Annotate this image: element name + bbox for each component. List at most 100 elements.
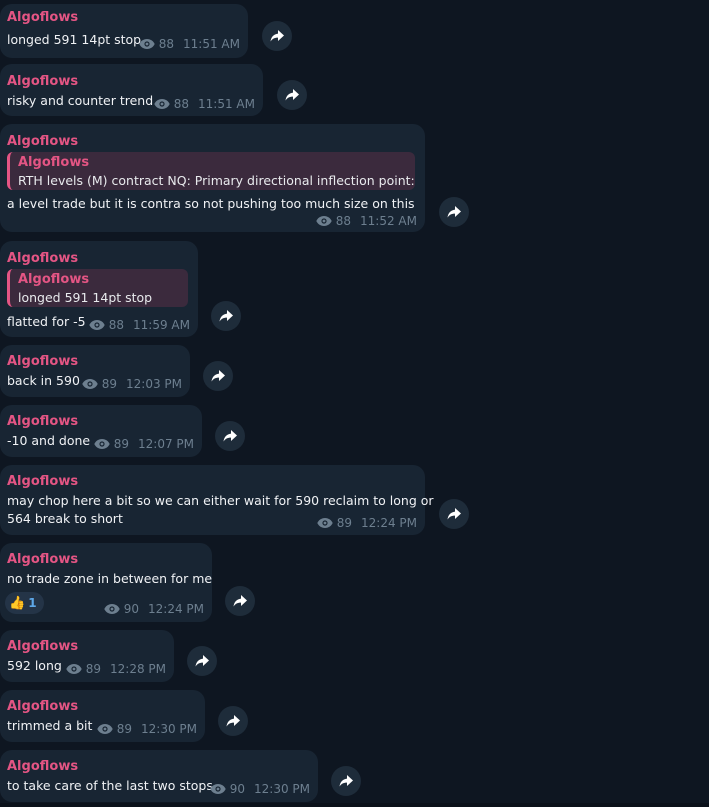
share-arrow-icon <box>226 715 240 727</box>
view-count: 88 <box>335 214 352 228</box>
message-text: risky and counter trend <box>7 93 154 108</box>
share-button[interactable] <box>439 499 469 529</box>
timestamp: 11:52 AM <box>360 214 417 228</box>
message-text: to take care of the last two stops <box>7 778 213 793</box>
message-bubble: Algoflows -10 and done 89 12:07 PM <box>0 405 202 457</box>
share-arrow-icon <box>270 30 284 42</box>
timestamp: 12:30 PM <box>141 722 197 736</box>
reply-text: RTH levels (M) contract NQ: Primary dire… <box>18 173 415 188</box>
share-button[interactable] <box>211 301 241 331</box>
share-arrow-icon <box>447 206 461 218</box>
eye-icon <box>97 724 113 734</box>
sender-name[interactable]: Algoflows <box>7 699 78 714</box>
message-meta: 89 12:03 PM <box>82 377 182 391</box>
message-text: a level trade but it is contra so not pu… <box>7 196 415 211</box>
reply-text: longed 591 14pt stop <box>18 290 153 305</box>
view-count: 89 <box>113 437 129 451</box>
share-button[interactable] <box>215 421 245 451</box>
sender-name[interactable]: Algoflows <box>7 10 78 25</box>
share-button[interactable] <box>218 706 248 736</box>
message-bubble: Algoflows no trade zone in between for m… <box>0 543 212 622</box>
view-count: 90 <box>123 602 139 616</box>
message-bubble: Algoflows to take care of the last two s… <box>0 750 318 802</box>
share-arrow-icon <box>339 775 353 787</box>
share-arrow-icon <box>285 89 299 101</box>
share-button[interactable] <box>331 766 361 796</box>
timestamp: 12:24 PM <box>148 602 204 616</box>
message-bubble: Algoflows risky and counter trend 88 11:… <box>0 64 263 116</box>
share-button[interactable] <box>439 197 469 227</box>
message-text: flatted for -5 <box>7 314 86 329</box>
share-button[interactable] <box>187 646 217 676</box>
timestamp: 11:51 AM <box>183 37 240 51</box>
sender-name[interactable]: Algoflows <box>7 759 78 774</box>
message-meta: 89 12:24 PM <box>317 516 417 530</box>
message-bubble: Algoflows Algoflows RTH levels (M) contr… <box>0 124 425 232</box>
message-meta: 90 12:30 PM <box>210 782 310 796</box>
message-text: no trade zone in between for me <box>7 571 213 586</box>
view-count: 90 <box>229 782 245 796</box>
share-button[interactable] <box>262 21 292 51</box>
message-meta: 90 12:24 PM <box>104 602 204 616</box>
eye-icon <box>89 320 105 330</box>
share-button[interactable] <box>225 586 255 616</box>
message-meta: 88 11:51 AM <box>139 37 240 51</box>
timestamp: 12:03 PM <box>126 377 182 391</box>
reaction-chip[interactable]: 👍 1 <box>5 592 44 614</box>
sender-name[interactable]: Algoflows <box>7 639 78 654</box>
message-meta: 89 12:07 PM <box>94 437 194 451</box>
eye-icon <box>210 784 226 794</box>
view-count: 88 <box>158 37 175 51</box>
message-meta: 88 11:51 AM <box>154 97 255 111</box>
reply-quote[interactable]: Algoflows RTH levels (M) contract NQ: Pr… <box>7 152 415 190</box>
feed-bottom-edge <box>0 803 709 807</box>
eye-icon <box>317 518 333 528</box>
message-bubble: Algoflows longed 591 14pt stop 88 11:51 … <box>0 4 248 58</box>
eye-icon <box>316 216 332 226</box>
sender-name[interactable]: Algoflows <box>7 552 78 567</box>
message-bubble: Algoflows 592 long 89 12:28 PM <box>0 630 174 682</box>
sender-name[interactable]: Algoflows <box>7 134 78 149</box>
message-text-line-2: 564 break to short <box>7 511 123 526</box>
sender-name[interactable]: Algoflows <box>7 354 78 369</box>
message-meta: 88 11:59 AM <box>89 318 190 332</box>
view-count: 89 <box>101 377 117 391</box>
message-text: 592 long <box>7 658 62 673</box>
view-count: 89 <box>116 722 132 736</box>
sender-name[interactable]: Algoflows <box>7 474 78 489</box>
eye-icon <box>94 439 110 449</box>
sender-name[interactable]: Algoflows <box>7 251 78 266</box>
reply-sender: Algoflows <box>18 272 90 287</box>
thumbs-up-icon: 👍 <box>9 595 26 611</box>
share-button[interactable] <box>203 361 233 391</box>
share-arrow-icon <box>211 370 225 382</box>
message-text-line-1: may chop here a bit so we can either wai… <box>7 493 434 508</box>
sender-name[interactable]: Algoflows <box>7 74 78 89</box>
share-button[interactable] <box>277 80 307 110</box>
message-text: -10 and done <box>7 433 91 448</box>
message-bubble: Algoflows Algoflows longed 591 14pt stop… <box>0 241 198 337</box>
message-text: trimmed a bit <box>7 718 93 733</box>
share-arrow-icon <box>447 508 461 520</box>
sender-name[interactable]: Algoflows <box>7 414 78 429</box>
timestamp: 12:24 PM <box>361 516 417 530</box>
share-arrow-icon <box>219 310 233 322</box>
message-feed: Algoflows longed 591 14pt stop 88 11:51 … <box>0 0 709 807</box>
view-count: 89 <box>85 662 101 676</box>
eye-icon <box>104 604 120 614</box>
message-text: back in 590 <box>7 373 80 388</box>
reply-quote[interactable]: Algoflows longed 591 14pt stop <box>7 269 188 307</box>
timestamp: 11:51 AM <box>198 97 255 111</box>
message-bubble: Algoflows trimmed a bit 89 12:30 PM <box>0 690 205 742</box>
message-bubble: Algoflows back in 590 89 12:03 PM <box>0 345 190 397</box>
share-arrow-icon <box>233 595 247 607</box>
eye-icon <box>82 379 98 389</box>
reply-sender: Algoflows <box>18 155 90 170</box>
share-arrow-icon <box>195 655 209 667</box>
share-arrow-icon <box>223 430 237 442</box>
view-count: 89 <box>336 516 352 530</box>
timestamp: 11:59 AM <box>133 318 190 332</box>
timestamp: 12:30 PM <box>254 782 310 796</box>
timestamp: 12:07 PM <box>138 437 194 451</box>
eye-icon <box>66 664 82 674</box>
